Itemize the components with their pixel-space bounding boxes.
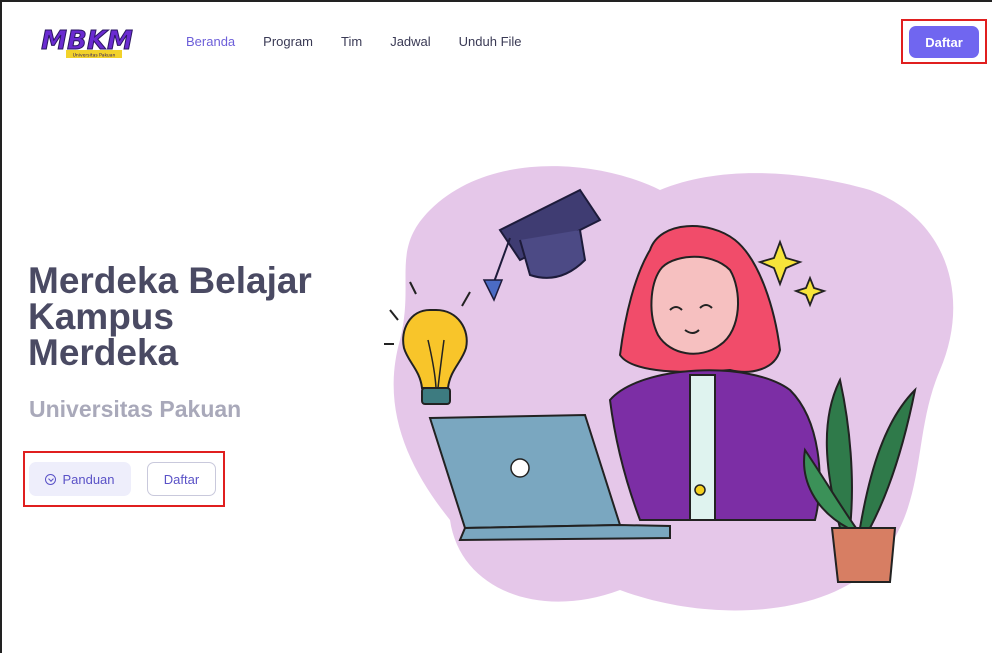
hero-illustration xyxy=(370,150,970,630)
panduan-button[interactable]: Panduan xyxy=(29,462,131,496)
nav-program[interactable]: Program xyxy=(263,33,313,51)
hero-subtitle: Universitas Pakuan xyxy=(29,396,242,422)
main-nav: Beranda Program Tim Jadwal Unduh File xyxy=(186,33,550,51)
panduan-label: Panduan xyxy=(62,471,115,487)
logo-subtext: Universitas Pakuan xyxy=(73,53,116,59)
nav-beranda[interactable]: Beranda xyxy=(186,33,235,51)
nav-unduh-file[interactable]: Unduh File xyxy=(459,33,522,51)
hero-title-line-2: Kampus xyxy=(28,296,174,337)
daftar-button-hero[interactable]: Daftar xyxy=(147,462,216,496)
mbkm-logo[interactable]: MBKM Universitas Pakuan xyxy=(40,24,134,62)
download-circle-icon xyxy=(45,473,57,485)
hero-title-line-3: Merdeka xyxy=(28,332,179,373)
nav-tim[interactable]: Tim xyxy=(341,33,362,51)
hero-title: Merdeka Belajar Kampus Merdeka xyxy=(28,260,348,373)
navbar: MBKM Universitas Pakuan Beranda Program … xyxy=(0,0,992,84)
girl-face xyxy=(650,255,739,355)
daftar-button-nav[interactable]: Daftar xyxy=(909,26,979,58)
hero-title-line-1: Merdeka Belajar xyxy=(28,260,312,301)
nav-jadwal[interactable]: Jadwal xyxy=(390,33,430,51)
logo-text: MBKM xyxy=(41,26,133,56)
